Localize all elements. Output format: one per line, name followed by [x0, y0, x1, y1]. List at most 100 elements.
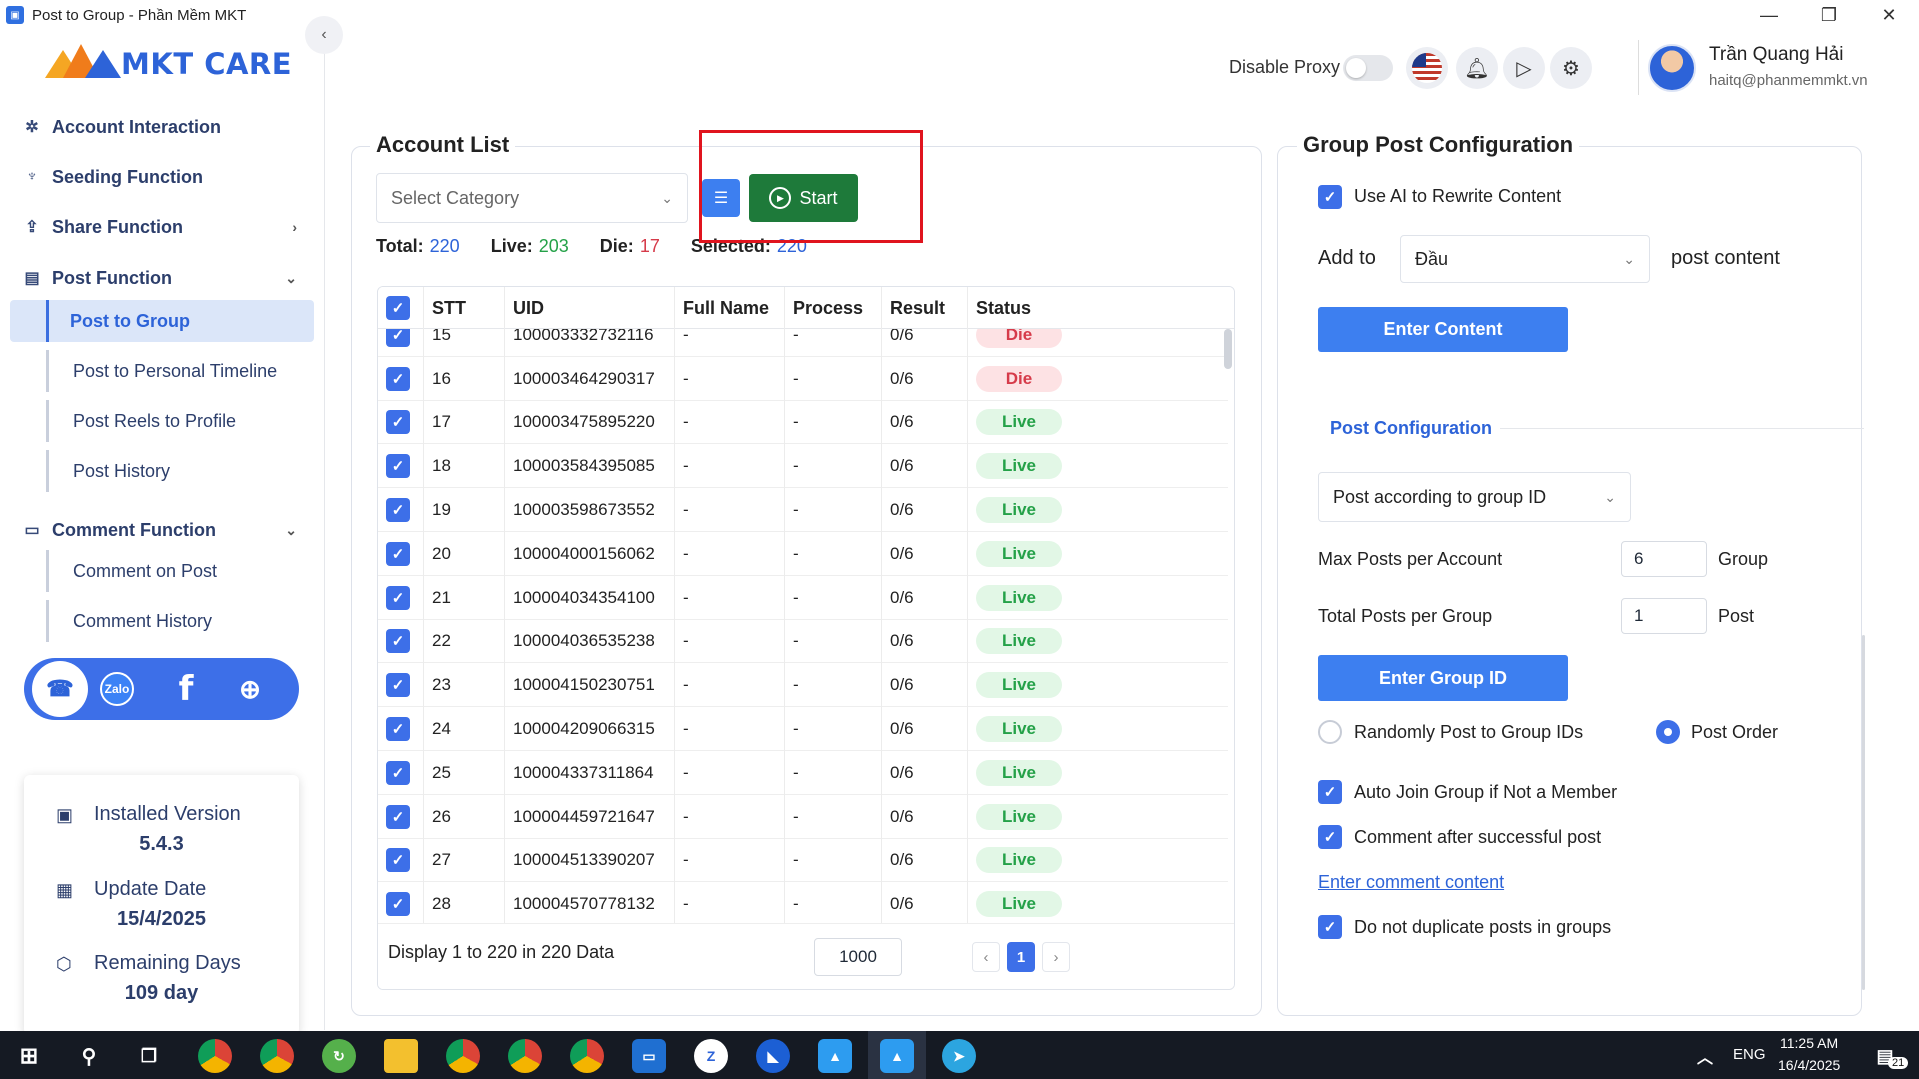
clock-date[interactable]: 16/4/2025	[1778, 1057, 1840, 1073]
row-checkbox[interactable]: ✓	[386, 454, 410, 479]
table-row[interactable]: ✓ 17 100003475895220- -0/6 Live	[378, 400, 1228, 445]
chrome-profile-icon[interactable]	[260, 1039, 294, 1073]
column-header-full-name[interactable]: Full Name	[675, 287, 785, 329]
table-row[interactable]: ✓ 27 100004513390207- -0/6 Live	[378, 838, 1228, 883]
table-row[interactable]: ✓ 21 100004034354100- -0/6 Live	[378, 575, 1228, 620]
enter-group-id-button[interactable]: Enter Group ID	[1318, 655, 1568, 701]
bell-icon[interactable]: 🔔︎	[1456, 47, 1498, 89]
total-posts-input[interactable]: 1	[1621, 598, 1707, 634]
proxy-toggle[interactable]	[1343, 55, 1393, 81]
clock-time[interactable]: 11:25 AM	[1780, 1035, 1838, 1051]
zalo-taskbar-icon[interactable]: Z	[694, 1039, 728, 1073]
minimize-button[interactable]: —	[1739, 0, 1799, 30]
row-checkbox[interactable]: ✓	[386, 760, 410, 785]
sidebar-item-comment-function[interactable]: ▭ Comment Function ⌄	[22, 515, 307, 545]
use-ai-checkbox[interactable]: ✓	[1318, 185, 1342, 209]
sidebar-item-post-to-group[interactable]: Post to Group	[10, 300, 314, 342]
row-checkbox[interactable]: ✓	[386, 804, 410, 829]
close-button[interactable]: ✕	[1859, 0, 1919, 30]
page-button-current[interactable]: 1	[1007, 942, 1035, 972]
next-page-button[interactable]: ›	[1042, 942, 1070, 972]
zalo-icon[interactable]: Zalo	[100, 672, 134, 706]
chrome-profile-icon[interactable]	[508, 1039, 542, 1073]
row-checkbox[interactable]: ✓	[386, 848, 410, 873]
row-checkbox[interactable]: ✓	[386, 892, 410, 917]
maximize-button[interactable]: ❐	[1799, 0, 1859, 30]
app-green-icon[interactable]: ↻	[322, 1039, 356, 1073]
sidebar-item-post-history[interactable]: Post History	[46, 450, 314, 492]
post-order-radio[interactable]	[1656, 720, 1680, 744]
column-header-process[interactable]: Process	[785, 287, 882, 329]
row-checkbox[interactable]: ✓	[386, 673, 410, 698]
row-checkbox[interactable]: ✓	[386, 498, 410, 523]
sidebar-item-post-reels[interactable]: Post Reels to Profile	[46, 400, 314, 442]
comment-after-checkbox[interactable]: ✓	[1318, 825, 1342, 849]
enter-content-button[interactable]: Enter Content	[1318, 307, 1568, 352]
chevron-up-icon[interactable]: ︿	[1688, 1039, 1722, 1073]
row-checkbox[interactable]: ✓	[386, 541, 410, 566]
sidebar-collapse-button[interactable]: ‹	[305, 16, 343, 54]
sidebar-item-comment-on-post[interactable]: Comment on Post	[46, 550, 314, 592]
task-view-icon[interactable]: ❐	[132, 1039, 166, 1073]
random-post-radio[interactable]	[1318, 720, 1342, 744]
table-row[interactable]: ✓ 23 100004150230751- -0/6 Live	[378, 663, 1228, 708]
play-circle-icon[interactable]: ▷	[1503, 47, 1545, 89]
app-blue-icon[interactable]: ◣	[756, 1039, 790, 1073]
sidebar-item-comment-history[interactable]: Comment History	[46, 600, 314, 642]
sidebar-item-share-function[interactable]: ⇪ Share Function ›	[22, 212, 307, 242]
globe-icon[interactable]: ⊕	[226, 665, 274, 713]
column-header-result[interactable]: Result	[882, 287, 968, 329]
file-explorer-icon[interactable]	[384, 1039, 418, 1073]
table-row[interactable]: ✓ 28 100004570778132- -0/6 Live	[378, 882, 1228, 927]
avatar[interactable]	[1648, 44, 1696, 92]
post-mode-select[interactable]: Post according to group ID ⌄	[1318, 472, 1631, 522]
facebook-icon[interactable]: f	[162, 665, 210, 713]
sidebar-item-seeding-function[interactable]: ♆ Seeding Function	[22, 162, 307, 192]
table-row[interactable]: ✓ 20 100004000156062- -0/6 Live	[378, 531, 1228, 576]
table-row[interactable]: ✓ 18 100003584395085- -0/6 Live	[378, 444, 1228, 489]
filter-button[interactable]: ☰	[702, 179, 740, 217]
no-duplicate-checkbox[interactable]: ✓	[1318, 915, 1342, 939]
column-header-status[interactable]: Status	[968, 287, 1228, 329]
page-size-input[interactable]: 1000	[814, 938, 902, 976]
select-all-checkbox[interactable]: ✓	[386, 296, 410, 320]
sidebar-item-post-to-timeline[interactable]: Post to Personal Timeline	[46, 350, 314, 392]
row-checkbox[interactable]: ✓	[386, 366, 410, 391]
column-header-uid[interactable]: UID	[505, 287, 675, 329]
sidebar-item-account-interaction[interactable]: ✲ Account Interaction	[22, 112, 307, 142]
auto-join-checkbox[interactable]: ✓	[1318, 780, 1342, 804]
gear-icon[interactable]: ⚙	[1550, 47, 1592, 89]
enter-comment-link[interactable]: Enter comment content	[1318, 872, 1504, 893]
search-icon[interactable]: ⚲	[72, 1039, 106, 1073]
chrome-profile-icon[interactable]	[570, 1039, 604, 1073]
remote-desktop-icon[interactable]: ▭	[632, 1039, 666, 1073]
add-to-select[interactable]: Đầu ⌄	[1400, 235, 1650, 283]
chrome-icon[interactable]	[198, 1039, 232, 1073]
language-flag-icon[interactable]	[1406, 47, 1448, 89]
table-row[interactable]: ✓ 16 100003464290317- -0/6 Die	[378, 356, 1228, 401]
row-checkbox[interactable]: ✓	[386, 410, 410, 435]
table-row[interactable]: ✓ 25 100004337311864- -0/6 Live	[378, 750, 1228, 795]
category-select[interactable]: Select Category ⌄	[376, 173, 688, 223]
row-checkbox[interactable]: ✓	[386, 629, 410, 654]
support-chat-icon[interactable]: ☎	[32, 661, 88, 717]
windows-start-icon[interactable]: ⊞	[12, 1039, 46, 1073]
row-checkbox[interactable]: ✓	[386, 585, 410, 610]
table-scrollbar[interactable]	[1224, 329, 1232, 369]
chrome-profile-icon[interactable]	[446, 1039, 480, 1073]
table-row[interactable]: ✓ 24 100004209066315- -0/6 Live	[378, 707, 1228, 751]
mkt-app-icon[interactable]: ▲	[818, 1039, 852, 1073]
row-checkbox[interactable]: ✓	[386, 717, 410, 742]
telegram-icon[interactable]: ➤	[942, 1039, 976, 1073]
sidebar-item-post-function[interactable]: ▤ Post Function ⌄	[22, 263, 307, 293]
language-indicator[interactable]: ENG	[1733, 1046, 1766, 1063]
max-posts-input[interactable]: 6	[1621, 541, 1707, 577]
column-header-stt[interactable]: STT	[424, 287, 505, 329]
table-row[interactable]: ✓ 26 100004459721647- -0/6 Live	[378, 794, 1228, 839]
prev-page-button[interactable]: ‹	[972, 942, 1000, 972]
config-scrollbar[interactable]	[1862, 635, 1865, 990]
table-row[interactable]: ✓ 22 100004036535238- -0/6 Live	[378, 619, 1228, 664]
start-button[interactable]: ▶ Start	[749, 174, 858, 222]
mkt-care-icon[interactable]: ▲	[880, 1039, 914, 1073]
table-row[interactable]: ✓ 19 100003598673552- -0/6 Live	[378, 488, 1228, 532]
